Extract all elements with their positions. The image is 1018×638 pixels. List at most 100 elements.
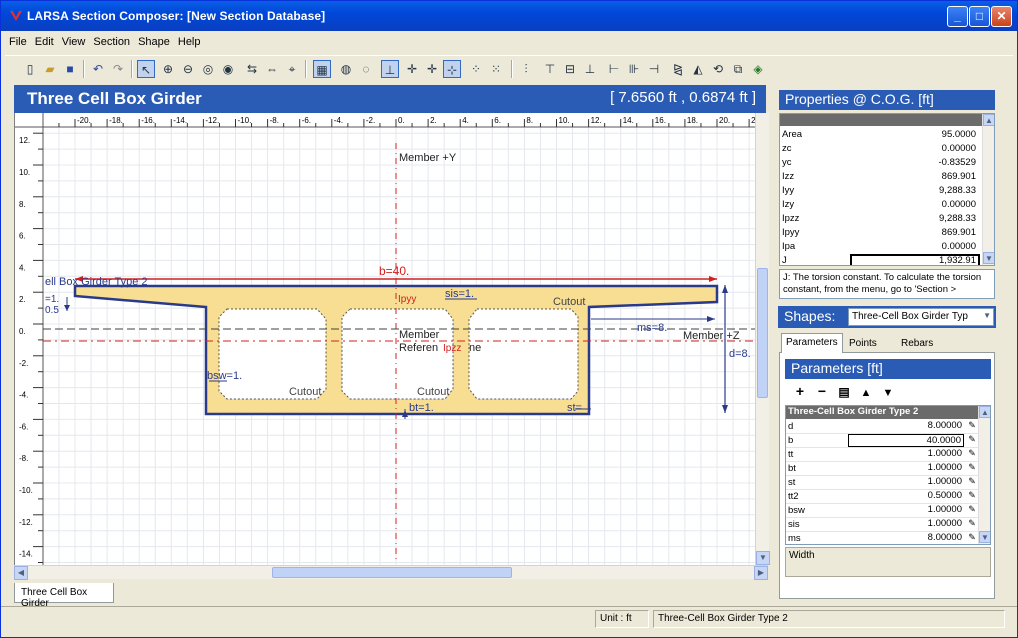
- measure-icon[interactable]: ⌖: [283, 60, 301, 78]
- parameters-scrollbar[interactable]: ▲ ▼: [978, 406, 990, 544]
- horizontal-scroll-thumb[interactable]: [272, 567, 512, 578]
- property-row[interactable]: Ipzz 9,288.33: [780, 212, 982, 226]
- scroll-right-icon[interactable]: ▶: [754, 566, 768, 580]
- menu-file[interactable]: File: [5, 32, 31, 52]
- parameters-grid[interactable]: Three-Cell Box Girder Type 2 d 8.00000 ✎ b 4…: [785, 405, 991, 545]
- parameter-row[interactable]: tt2 0.50000 ✎: [786, 490, 978, 504]
- axis-y-icon[interactable]: ✛: [403, 60, 421, 78]
- minimize-button[interactable]: _: [947, 6, 968, 27]
- property-row[interactable]: Area 95.0000: [780, 128, 982, 142]
- undo-icon[interactable]: ↶: [89, 60, 107, 78]
- scroll-up-icon[interactable]: ▲: [983, 114, 994, 126]
- properties-scrollbar[interactable]: ▲ ▼: [982, 114, 994, 265]
- flip-icon[interactable]: ◭: [689, 60, 707, 78]
- scroll-down-icon[interactable]: ▼: [979, 531, 990, 543]
- delete-icon[interactable]: ▤: [833, 385, 855, 399]
- parameter-row[interactable]: bt 1.00000 ✎: [786, 462, 978, 476]
- rotate-icon[interactable]: ⟲: [709, 60, 727, 78]
- new-file-icon[interactable]: ▯: [21, 60, 39, 78]
- properties-grid[interactable]: Area 95.0000 zc 0.00000 yc -0.83529 Izz 869.901…: [779, 113, 995, 266]
- parameter-row[interactable]: st 1.00000 ✎: [786, 476, 978, 490]
- zoom-fit-icon[interactable]: ◉: [219, 60, 237, 78]
- parameter-value[interactable]: 1.00000: [848, 476, 964, 489]
- drawing-canvas[interactable]: -20. -18. -16. -14. -12. -10. -8. -6. -4. -2. 0. 2.…: [14, 113, 766, 579]
- edit-pencil-icon[interactable]: ✎: [966, 476, 978, 487]
- tab-parameters[interactable]: Parameters: [781, 333, 843, 354]
- menu-shape[interactable]: Shape: [134, 32, 174, 52]
- parameter-row[interactable]: d 8.00000 ✎: [786, 420, 978, 434]
- redo-icon[interactable]: ↷: [109, 60, 127, 78]
- zoom-window-icon[interactable]: ◎: [199, 60, 217, 78]
- parameter-row[interactable]: bsw 1.00000 ✎: [786, 504, 978, 518]
- calculate-icon[interactable]: ◈: [749, 60, 767, 78]
- open-folder-icon[interactable]: ▰: [41, 60, 59, 78]
- select-pointer-icon[interactable]: ↖: [137, 60, 155, 78]
- scroll-up-icon[interactable]: ▲: [979, 406, 990, 418]
- parameter-row[interactable]: ms 8.00000 ✎: [786, 532, 978, 544]
- scroll-down-icon[interactable]: ▼: [983, 252, 994, 264]
- points-add-icon[interactable]: ⁙: [487, 60, 505, 78]
- mirror-icon[interactable]: ⧎: [669, 60, 687, 78]
- edit-pencil-icon[interactable]: ✎: [966, 420, 978, 431]
- menu-view[interactable]: View: [58, 32, 90, 52]
- tab-points[interactable]: Points: [845, 335, 881, 353]
- edit-pencil-icon[interactable]: ✎: [966, 518, 978, 529]
- horizontal-scrollbar[interactable]: ◀ ▶: [14, 565, 768, 580]
- edit-pencil-icon[interactable]: ✎: [966, 462, 978, 473]
- parameter-row[interactable]: b 40.0000 ✎: [786, 434, 978, 448]
- shape-select[interactable]: Three-Cell Box Girder Typ ▼: [848, 308, 994, 326]
- chevron-down-icon[interactable]: ▼: [983, 311, 991, 320]
- scroll-down-icon[interactable]: ▼: [756, 551, 770, 565]
- axis-p-icon[interactable]: ⊹: [443, 60, 461, 78]
- align-top-icon[interactable]: ⊤: [541, 60, 559, 78]
- document-tab[interactable]: Three Cell Box Girder: [14, 583, 114, 609]
- add-icon[interactable]: +: [789, 383, 811, 399]
- pan-icon[interactable]: ⇆: [243, 60, 261, 78]
- parameter-value[interactable]: 0.50000: [848, 490, 964, 503]
- parameter-value[interactable]: 1.00000: [848, 448, 964, 461]
- property-row[interactable]: Ipyy 869.901: [780, 226, 982, 240]
- snap-icon[interactable]: ◍: [337, 60, 355, 78]
- vertical-scrollbar[interactable]: ▼: [755, 113, 770, 565]
- property-row[interactable]: J 1,932.91: [780, 254, 982, 265]
- property-row[interactable]: Iyy 9,288.33: [780, 184, 982, 198]
- align-hcenter-icon[interactable]: ⊪: [625, 60, 643, 78]
- axis-z-icon[interactable]: ✛: [423, 60, 441, 78]
- scroll-left-icon[interactable]: ◀: [14, 566, 28, 580]
- parameter-row[interactable]: sis 1.00000 ✎: [786, 518, 978, 532]
- copy-shape-icon[interactable]: ⧉: [729, 60, 747, 78]
- vertical-scroll-thumb[interactable]: [757, 268, 768, 398]
- align-center-icon[interactable]: ⫶: [517, 60, 535, 78]
- align-right-icon[interactable]: ⊣: [645, 60, 663, 78]
- edit-pencil-icon[interactable]: ✎: [966, 434, 978, 445]
- parameter-value[interactable]: 1.00000: [848, 504, 964, 517]
- property-row[interactable]: Izy 0.00000: [780, 198, 982, 212]
- property-row[interactable]: yc -0.83529: [780, 156, 982, 170]
- property-row[interactable]: zc 0.00000: [780, 142, 982, 156]
- zoom-in-icon[interactable]: ⊕: [159, 60, 177, 78]
- parameter-value[interactable]: 1.00000: [848, 518, 964, 531]
- close-button[interactable]: ✕: [991, 6, 1012, 27]
- points-icon[interactable]: ⁘: [467, 60, 485, 78]
- axis-toggle-icon[interactable]: ⊥: [381, 60, 399, 78]
- snap-point-icon[interactable]: ◌: [357, 60, 375, 78]
- align-bottom-icon[interactable]: ⊥: [581, 60, 599, 78]
- move-up-icon[interactable]: ▲: [855, 387, 877, 399]
- parameter-row[interactable]: tt 1.00000 ✎: [786, 448, 978, 462]
- move-down-icon[interactable]: ▼: [877, 387, 899, 399]
- zoom-out-icon[interactable]: ⊖: [179, 60, 197, 78]
- parameter-value[interactable]: 1.00000: [848, 462, 964, 475]
- menu-section[interactable]: Section: [89, 32, 134, 52]
- edit-pencil-icon[interactable]: ✎: [966, 504, 978, 515]
- edit-pencil-icon[interactable]: ✎: [966, 532, 978, 543]
- parameter-value[interactable]: 8.00000: [848, 420, 964, 433]
- property-row[interactable]: Izz 869.901: [780, 170, 982, 184]
- property-row[interactable]: Ipa 0.00000: [780, 240, 982, 254]
- align-left-icon[interactable]: ⊢: [605, 60, 623, 78]
- remove-icon[interactable]: −: [811, 383, 833, 399]
- dimension-icon[interactable]: ⇔: [263, 60, 281, 78]
- menu-edit[interactable]: Edit: [31, 32, 58, 52]
- edit-pencil-icon[interactable]: ✎: [966, 490, 978, 501]
- align-middle-icon[interactable]: ⊟: [561, 60, 579, 78]
- maximize-button[interactable]: □: [969, 6, 990, 27]
